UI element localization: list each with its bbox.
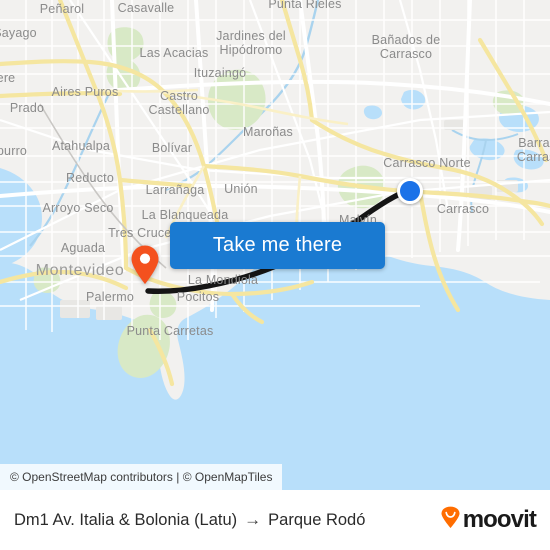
- take-me-there-button[interactable]: Take me there: [170, 222, 385, 269]
- moovit-wordmark: moovit: [462, 506, 537, 533]
- moovit-logo[interactable]: moovit: [439, 506, 537, 534]
- origin-marker-pin[interactable]: [130, 245, 160, 290]
- route-summary: Dm1 Av. Italia & Bolonia (Latu) → Parque…: [14, 510, 365, 530]
- moovit-pin-icon: [439, 506, 462, 534]
- moovit-route-screenshot: PeñarolCasavallePunta RielesSayagoJardin…: [0, 0, 550, 550]
- destination-marker-dot[interactable]: [397, 178, 423, 204]
- map-canvas[interactable]: PeñarolCasavallePunta RielesSayagoJardin…: [0, 0, 550, 490]
- map-attribution[interactable]: © OpenStreetMap contributors | © OpenMap…: [0, 464, 283, 490]
- route-footer: Dm1 Av. Italia & Bolonia (Latu) → Parque…: [0, 490, 550, 550]
- arrow-right-icon: →: [244, 510, 262, 529]
- route-destination-label: Parque Rodó: [268, 510, 366, 529]
- route-origin-label: Dm1 Av. Italia & Bolonia (Latu): [14, 510, 238, 529]
